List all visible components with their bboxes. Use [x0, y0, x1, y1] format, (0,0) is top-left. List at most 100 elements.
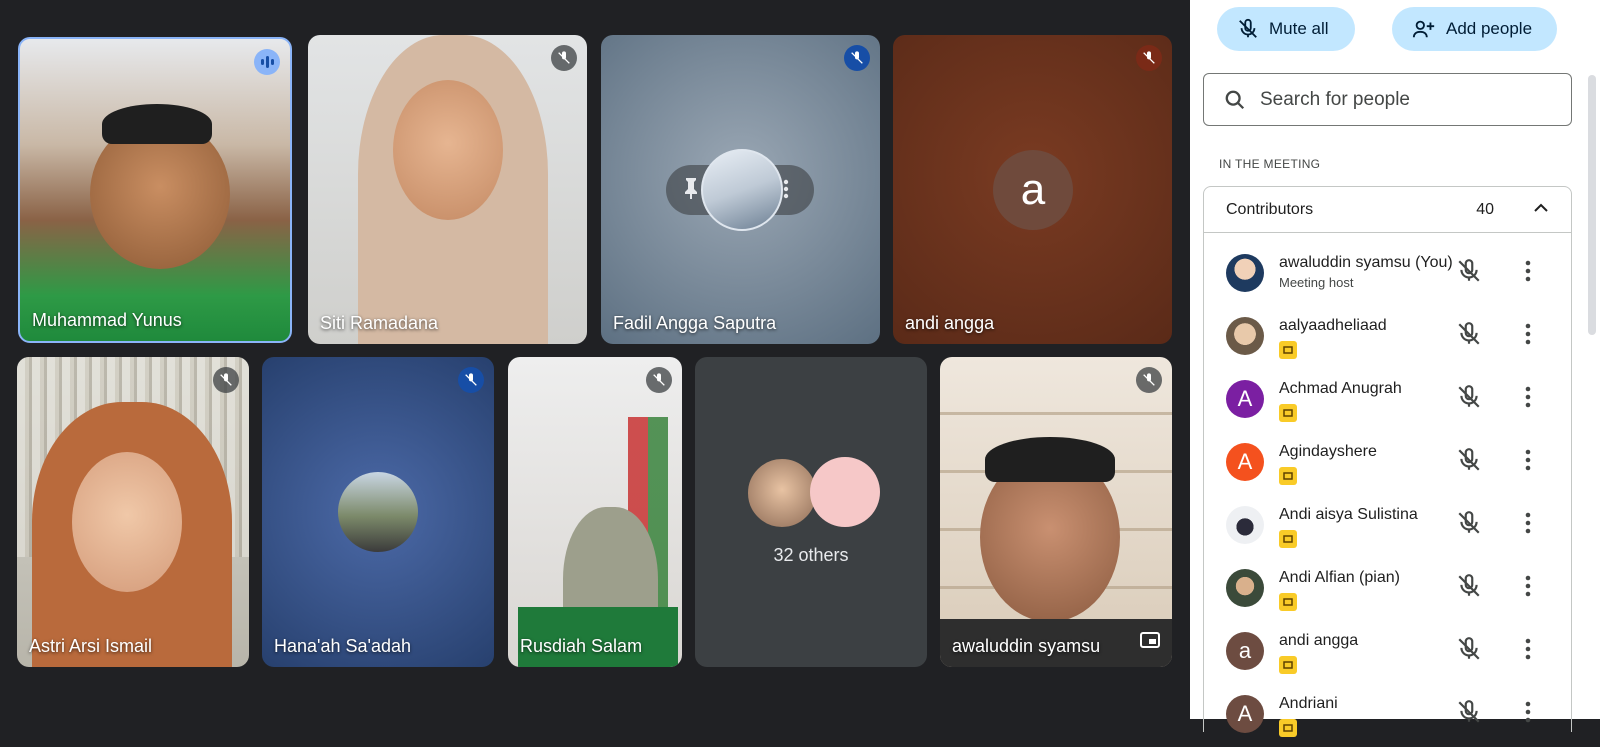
mic-off-icon[interactable] — [1456, 384, 1482, 410]
participant-row[interactable]: aalyaadheliaad — [1204, 307, 1571, 369]
participant-name: Andi Alfian (pian) — [1279, 569, 1400, 586]
chevron-up-icon[interactable] — [1531, 198, 1551, 218]
participant-row[interactable]: a andi angga — [1204, 622, 1571, 684]
participant-name: andi angga — [905, 313, 995, 333]
others-count: 32 others — [773, 545, 849, 565]
video-tile-siti-ramadana[interactable]: Siti Ramadana — [308, 35, 587, 344]
mic-off-icon[interactable] — [1456, 321, 1482, 347]
avatar: A — [1226, 443, 1264, 481]
avatar: a — [1226, 632, 1264, 670]
participant-row[interactable]: A Achmad Anugrah — [1204, 370, 1571, 432]
badge-icon — [1279, 530, 1297, 548]
video-tile-rusdiah-salam[interactable]: Rusdiah Salam — [508, 357, 682, 667]
add-people-button[interactable]: Add people — [1392, 7, 1557, 51]
mic-off-icon[interactable] — [1456, 510, 1482, 536]
participant-name: Hana'ah Sa'adah — [274, 636, 411, 656]
scrollbar[interactable] — [1588, 75, 1596, 335]
avatar — [1226, 254, 1264, 292]
hair — [985, 437, 1115, 482]
participant-row[interactable]: A Andriani — [1204, 685, 1571, 747]
participant-list: awaluddin syamsu (You) Meeting host aaly… — [1203, 232, 1572, 737]
participant-name: Siti Ramadana — [320, 313, 439, 333]
mic-off-icon[interactable] — [1456, 699, 1482, 725]
badge-icon — [1279, 593, 1297, 611]
participant-row[interactable]: Andi aisya Sulistina — [1204, 496, 1571, 558]
participant-video — [393, 80, 503, 220]
participant-name: aalyaadheliaad — [1279, 317, 1387, 334]
mic-off-icon — [458, 367, 484, 393]
video-tile-andi-angga[interactable]: a andi angga — [893, 35, 1172, 344]
mic-off-icon — [1239, 18, 1257, 38]
more-vert-icon[interactable] — [783, 179, 789, 204]
participant-name: awaluddin syamsu (You) — [1279, 254, 1453, 271]
participant-role: Meeting host — [1279, 275, 1354, 290]
participant-avatar — [701, 149, 783, 231]
participant-name: Achmad Anugrah — [1279, 380, 1402, 397]
mic-off-icon — [213, 367, 239, 393]
group-title: Contributors — [1226, 200, 1314, 218]
mic-off-icon — [844, 45, 870, 71]
participant-avatar — [810, 457, 880, 527]
contributors-group-header[interactable]: Contributors 40 — [1203, 186, 1572, 233]
more-vert-icon[interactable] — [1524, 323, 1532, 345]
mic-off-icon — [551, 45, 577, 71]
badge-icon — [1279, 341, 1297, 359]
mute-all-label: Mute all — [1269, 19, 1329, 38]
more-vert-icon[interactable] — [1524, 449, 1532, 471]
speaking-indicator-icon — [254, 49, 280, 75]
participant-avatar — [338, 472, 418, 552]
badge-icon — [1279, 656, 1297, 674]
add-people-label: Add people — [1446, 19, 1533, 38]
video-stage: Muhammad Yunus Siti Ramadana Fadil Angga… — [0, 0, 1190, 719]
video-tile-fadil-angga-saputra[interactable]: Fadil Angga Saputra — [601, 35, 880, 344]
mic-off-icon[interactable] — [1456, 258, 1482, 284]
mic-off-icon — [646, 367, 672, 393]
search-placeholder: Search for people — [1260, 88, 1410, 110]
badge-icon — [1279, 719, 1297, 737]
group-count: 40 — [1476, 200, 1494, 218]
avatar — [1226, 506, 1264, 544]
participant-name: awaluddin syamsu — [952, 636, 1101, 656]
participant-name: Andi aisya Sulistina — [1279, 506, 1418, 523]
video-tile-muhammad-yunus[interactable]: Muhammad Yunus — [18, 37, 292, 343]
mic-off-icon[interactable] — [1456, 573, 1482, 599]
participant-name: andi angga — [1279, 632, 1359, 649]
participant-name: Astri Arsi Ismail — [29, 636, 153, 656]
badge-icon — [1279, 404, 1297, 422]
more-vert-icon[interactable] — [1524, 575, 1532, 597]
more-vert-icon[interactable] — [1524, 260, 1532, 282]
more-vert-icon[interactable] — [1524, 638, 1532, 660]
participant-row[interactable]: A Agindayshere — [1204, 433, 1571, 495]
avatar — [1226, 317, 1264, 355]
participant-name: Rusdiah Salam — [520, 636, 643, 656]
search-input[interactable]: Search for people — [1203, 73, 1572, 126]
participant-row[interactable]: Andi Alfian (pian) — [1204, 559, 1571, 621]
more-vert-icon[interactable] — [1524, 701, 1532, 723]
mic-off-icon — [1136, 45, 1162, 71]
participant-name: Andriani — [1279, 695, 1338, 712]
participant-video — [72, 452, 182, 592]
video-tile-astri-arsi-ismail[interactable]: Astri Arsi Ismail — [17, 357, 249, 667]
people-panel: Mute all Add people Search for people IN… — [1190, 0, 1600, 737]
avatar — [1226, 569, 1264, 607]
more-vert-icon[interactable] — [1524, 512, 1532, 534]
video-tile-hanaah-saadah[interactable]: Hana'ah Sa'adah — [262, 357, 494, 667]
pin-icon[interactable] — [681, 176, 701, 205]
mic-off-icon — [1136, 367, 1162, 393]
more-vert-icon[interactable] — [1524, 386, 1532, 408]
badge-icon — [1279, 467, 1297, 485]
participant-row[interactable]: awaluddin syamsu (You) Meeting host — [1204, 244, 1571, 306]
others-tile[interactable]: 32 others — [695, 357, 927, 667]
mute-all-button[interactable]: Mute all — [1217, 7, 1355, 51]
cap — [102, 104, 212, 144]
avatar: A — [1226, 695, 1264, 733]
participant-avatar: a — [993, 150, 1073, 230]
participant-name: Fadil Angga Saputra — [613, 313, 777, 333]
video-tile-awaluddin-syamsu[interactable]: awaluddin syamsu — [940, 357, 1172, 667]
mic-off-icon[interactable] — [1456, 447, 1482, 473]
mic-off-icon[interactable] — [1456, 636, 1482, 662]
section-label: IN THE MEETING — [1219, 157, 1321, 171]
screen-share-icon — [1140, 632, 1160, 653]
participant-name: Agindayshere — [1279, 443, 1377, 460]
participant-name: Muhammad Yunus — [32, 310, 182, 330]
